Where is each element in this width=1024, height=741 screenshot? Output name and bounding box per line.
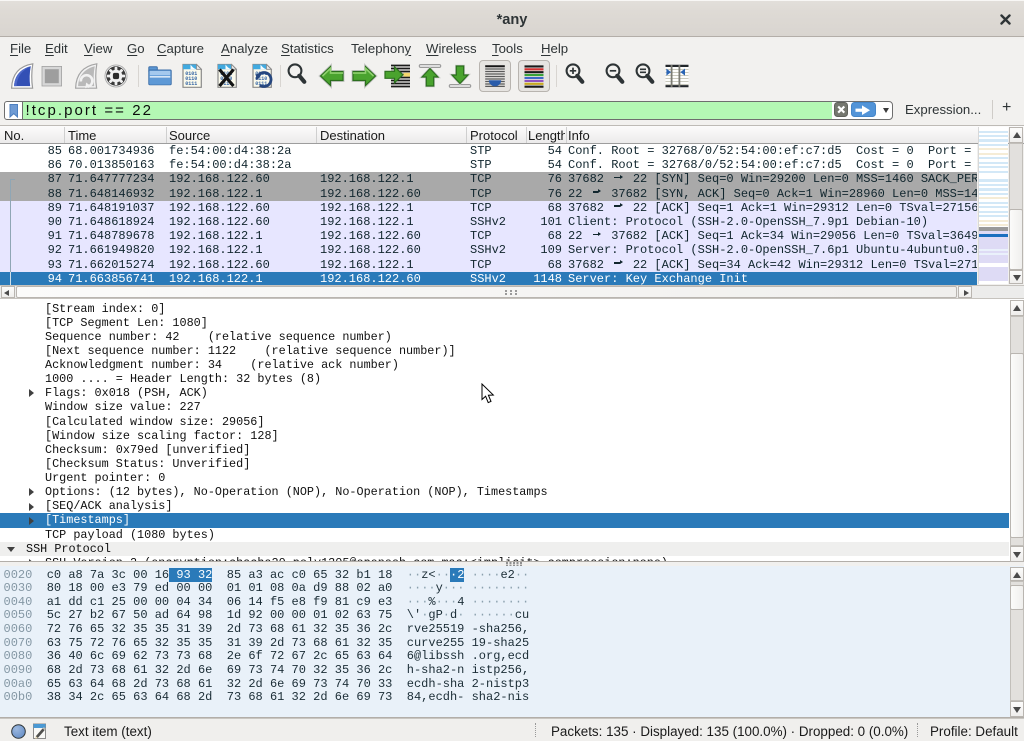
svg-text:0111: 0111 xyxy=(185,81,197,87)
